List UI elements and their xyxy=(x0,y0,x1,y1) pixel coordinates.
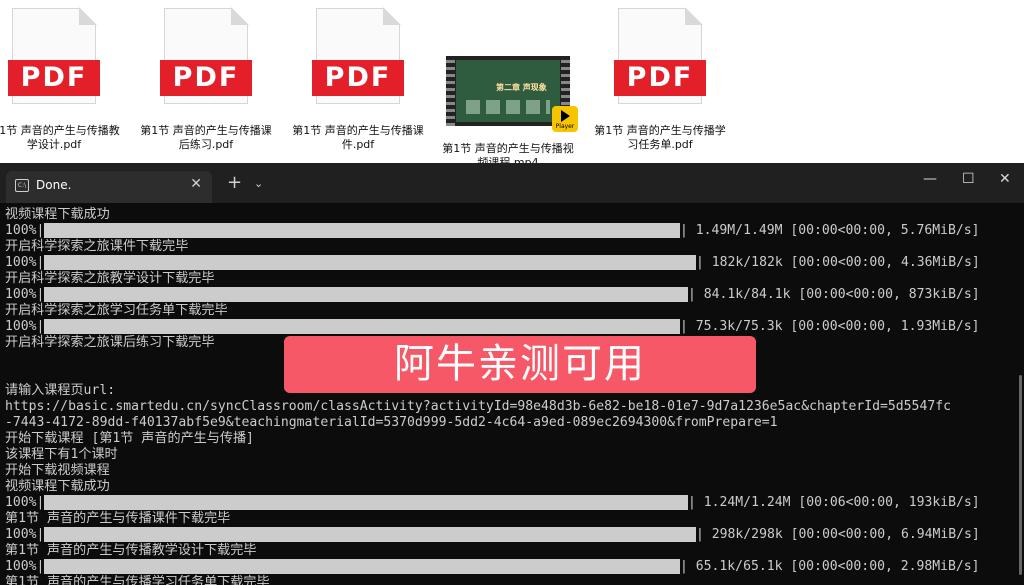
terminal-line: 第1节 声音的产生与传播学习任务单下载完毕 xyxy=(5,575,270,585)
progress-line: 100%| xyxy=(5,287,45,302)
tab-title: Done. xyxy=(36,178,72,192)
terminal-output[interactable]: 视频课程下载成功 100%| | 1.49M/1.49M [00:00<00:00,… xyxy=(0,203,1024,585)
terminal-line: 开始下载视频课程 xyxy=(5,463,110,478)
video-thumbnail: 第二章 声现象 Player xyxy=(446,56,578,132)
progress-stats: | 84.1k/84.1k [00:00<00:00, 873kiB/s] xyxy=(688,287,980,302)
terminal-line: -7443-4172-89dd-f40137abf5e9&teachingmat… xyxy=(5,415,778,430)
file-name: 第1节 声音的产生与传播学 习任务单.pdf xyxy=(594,124,726,151)
maximize-icon[interactable]: ☐ xyxy=(962,171,975,187)
file-item-pdf[interactable]: PDF 第1节 声音的产生与传播课 件.pdf xyxy=(288,7,428,152)
terminal-line: 视频课程下载成功 xyxy=(5,479,110,494)
file-name: 第1节 声音的产生与传播课 件.pdf xyxy=(292,124,424,151)
scrollbar[interactable] xyxy=(1019,203,1022,585)
new-tab-plus-icon[interactable]: + xyxy=(227,174,242,192)
terminal-line: 第1节 声音的产生与传播教学设计下载完毕 xyxy=(5,543,257,558)
player-badge-icon: Player xyxy=(552,106,578,132)
pdf-file-icon: PDF xyxy=(8,7,100,104)
terminal-tab[interactable]: C:\ Done. ✕ xyxy=(6,171,212,203)
file-name: 第1节 声音的产生与传播教 学设计.pdf xyxy=(0,124,120,151)
progress-line: 100%| xyxy=(5,223,45,238)
terminal-line: 开始下载课程 [第1节 声音的产生与传播] xyxy=(5,431,254,446)
progress-stats: | 75.3k/75.3k [00:00<00:00, 1.93MiB/s] xyxy=(680,319,980,334)
pdf-file-icon: PDF xyxy=(614,7,706,104)
file-explorer-area: PDF 第1节 声音的产生与传播教 学设计.pdf PDF 第1节 声音的产生与传… xyxy=(0,0,1024,169)
terminal-titlebar: C:\ Done. ✕ + ⌄ — ☐ ✕ xyxy=(0,163,1024,203)
terminal-line: 开启科学探索之旅课后练习下载完毕 xyxy=(5,335,215,350)
terminal-line: 请输入课程页url: xyxy=(5,383,116,398)
progress-stats: | 1.24M/1.24M [00:06<00:00, 193kiB/s] xyxy=(688,495,980,510)
progress-stats: | 298k/298k [00:00<00:00, 6.94MiB/s] xyxy=(696,527,980,542)
terminal-line: 第1节 声音的产生与传播课件下载完毕 xyxy=(5,511,231,526)
chevron-down-icon[interactable]: ⌄ xyxy=(254,177,263,190)
terminal-line: 开启科学探索之旅学习任务单下载完毕 xyxy=(5,303,228,318)
terminal-line: 开启科学探索之旅教学设计下载完毕 xyxy=(5,271,215,286)
tab-close-icon[interactable]: ✕ xyxy=(190,176,202,192)
file-item-pdf[interactable]: PDF 第1节 声音的产生与传播学 习任务单.pdf xyxy=(590,7,730,152)
pdf-file-icon: PDF xyxy=(160,7,252,104)
close-window-icon[interactable]: ✕ xyxy=(999,171,1011,187)
terminal-line: 开启科学探索之旅课件下载完毕 xyxy=(5,239,189,254)
progress-bar xyxy=(44,527,696,542)
file-item-pdf[interactable]: PDF 第1节 声音的产生与传播课 后练习.pdf xyxy=(136,7,276,152)
progress-bar xyxy=(44,255,696,270)
terminal-line: 视频课程下载成功 xyxy=(5,207,110,222)
progress-stats: | 182k/182k [00:00<00:00, 4.36MiB/s] xyxy=(696,255,980,270)
file-item-video[interactable]: 第二章 声现象 Player 第1节 声音的产生与传播视频课程.mp4 xyxy=(438,8,578,170)
progress-line: 100%| xyxy=(5,527,45,542)
minimize-icon[interactable]: — xyxy=(923,171,937,187)
progress-line: 100%| xyxy=(5,559,45,574)
progress-bar xyxy=(44,319,680,334)
progress-line: 100%| xyxy=(5,319,45,334)
progress-line: 100%| xyxy=(5,255,45,270)
progress-bar xyxy=(44,559,680,574)
file-item-pdf[interactable]: PDF 第1节 声音的产生与传播教 学设计.pdf xyxy=(0,7,124,152)
file-name: 第1节 声音的产生与传播课 后练习.pdf xyxy=(140,124,272,151)
terminal-line: https://basic.smartedu.cn/syncClassroom/… xyxy=(5,399,951,414)
watermark-banner: 阿牛亲测可用 xyxy=(284,336,756,393)
progress-line: 100%| xyxy=(5,495,45,510)
progress-stats: | 65.1k/65.1k [00:00<00:00, 2.98MiB/s] xyxy=(680,559,980,574)
progress-bar xyxy=(44,287,688,302)
pdf-file-icon: PDF xyxy=(312,7,404,104)
progress-bar xyxy=(44,495,688,510)
progress-bar xyxy=(44,223,680,238)
terminal-line: 该课程下有1个课时 xyxy=(5,447,118,462)
terminal-icon: C:\ xyxy=(15,179,29,192)
progress-stats: | 1.49M/1.49M [00:00<00:00, 5.76MiB/s] xyxy=(680,223,980,238)
